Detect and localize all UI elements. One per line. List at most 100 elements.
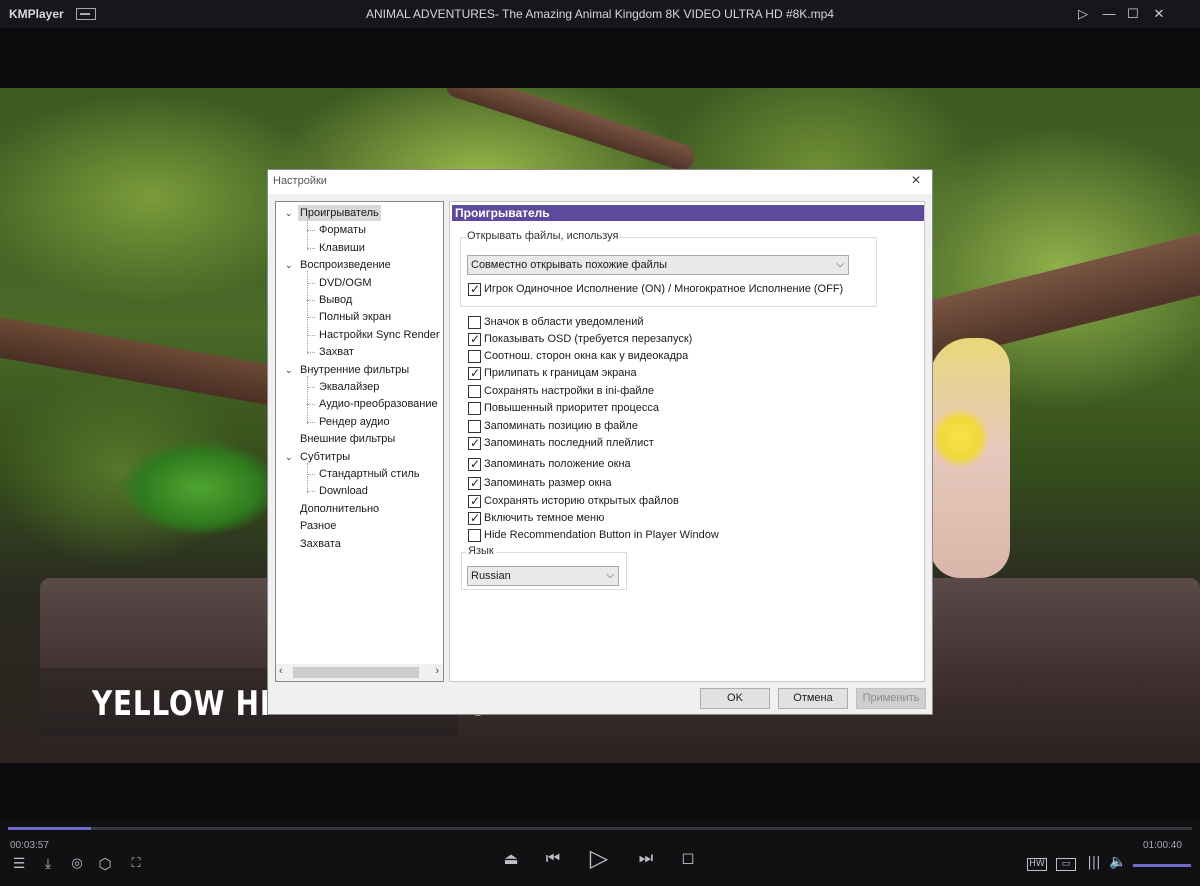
volume-level bbox=[1133, 864, 1191, 867]
scroll-thumb[interactable] bbox=[293, 667, 419, 678]
tree-item[interactable]: Проигрыватель bbox=[298, 205, 381, 221]
tree-item[interactable]: Внешние фильтры bbox=[300, 431, 395, 447]
playlist-icon[interactable]: ☰ bbox=[10, 856, 28, 872]
tree-connector bbox=[307, 352, 315, 354]
option-label: Запоминать позицию в файле bbox=[484, 420, 638, 432]
tree-item[interactable]: Захвата bbox=[300, 536, 341, 552]
tree-connector bbox=[307, 334, 315, 336]
settings-tree[interactable]: ‹ › ⌄ Проигрыватель Форматы Клавиши ⌄ Воспрои… bbox=[275, 201, 444, 682]
tree-collapse-icon[interactable]: ⌄ bbox=[285, 257, 295, 273]
checkbox-box[interactable] bbox=[468, 494, 481, 509]
tree-collapse-icon[interactable]: ⌄ bbox=[285, 449, 295, 465]
close-icon[interactable]: ✕ bbox=[1150, 5, 1168, 23]
tree-item[interactable]: Настройки Sync Render bbox=[319, 327, 440, 343]
window-title: ANIMAL ADVENTURES- The Amazing Animal Ki… bbox=[366, 7, 834, 21]
hw-accel-icon[interactable]: HW bbox=[1027, 858, 1047, 871]
tree-collapse-icon[interactable]: ⌄ bbox=[285, 205, 295, 221]
pin-icon[interactable]: ▷ bbox=[1074, 5, 1092, 23]
cancel-button[interactable]: Отмена bbox=[778, 688, 848, 709]
app-logo[interactable]: KMPlayer bbox=[9, 7, 64, 21]
scroll-right-icon[interactable]: › bbox=[435, 665, 439, 677]
previous-icon[interactable]: ⏮ bbox=[543, 848, 563, 868]
option-label: Запоминать последний плейлист bbox=[484, 437, 654, 449]
tree-item[interactable]: Вывод bbox=[319, 292, 352, 308]
tree-connector bbox=[307, 317, 315, 319]
checkbox-box[interactable] bbox=[468, 350, 481, 363]
tree-collapse-icon[interactable]: ⌄ bbox=[285, 362, 295, 378]
stop-icon[interactable]: ◻ bbox=[679, 848, 697, 867]
open-files-group-title: Открывать файлы, используя bbox=[465, 230, 621, 242]
tree-item[interactable]: DVD/OGM bbox=[319, 275, 372, 291]
option-label: Сохранять историю открытых файлов bbox=[484, 495, 679, 507]
tree-item[interactable]: Захват bbox=[319, 344, 354, 360]
option-label: Включить темное меню bbox=[484, 512, 605, 524]
branch-shape bbox=[0, 314, 311, 412]
checkbox-box[interactable] bbox=[468, 385, 481, 398]
language-group-title: Язык bbox=[466, 545, 496, 557]
subtitles-icon[interactable]: ▭ bbox=[1056, 858, 1076, 871]
eject-icon[interactable]: ⏏ bbox=[502, 849, 520, 868]
volume-icon[interactable]: 🔈 bbox=[1108, 854, 1128, 870]
option-label: Прилипать к границам экрана bbox=[484, 367, 637, 379]
checkbox-box[interactable] bbox=[468, 332, 481, 347]
volume-slider[interactable] bbox=[1133, 864, 1191, 867]
tree-connector bbox=[307, 387, 315, 388]
tree-connector bbox=[307, 230, 315, 232]
tree-item[interactable]: Полный экран bbox=[319, 309, 391, 325]
tree-item[interactable]: Дополнительно bbox=[300, 501, 379, 517]
checkbox-box[interactable] bbox=[468, 529, 481, 542]
language-select[interactable]: Russian ⌵ bbox=[467, 566, 619, 586]
checkbox-box[interactable] bbox=[468, 511, 481, 526]
minimize-icon[interactable]: — bbox=[1100, 5, 1118, 23]
checkbox-box[interactable] bbox=[468, 436, 481, 451]
dialog-title-bar[interactable]: Настройки × bbox=[268, 170, 932, 194]
tree-item[interactable]: Аудио-преобразование bbox=[319, 396, 438, 412]
tree-item[interactable]: Рендер аудио bbox=[319, 414, 390, 430]
checkbox-box[interactable] bbox=[468, 316, 481, 329]
tree-connector bbox=[307, 247, 315, 249]
tree-horizontal-scrollbar[interactable]: ‹ › bbox=[276, 664, 443, 681]
apply-button[interactable]: Применить bbox=[856, 688, 926, 709]
checkbox-box[interactable] bbox=[468, 420, 481, 433]
tree-node-icon bbox=[285, 518, 295, 534]
play-icon[interactable]: ▷ bbox=[586, 844, 612, 872]
maximize-icon[interactable]: ☐ bbox=[1124, 5, 1142, 23]
tree-node-icon bbox=[285, 431, 295, 447]
tree-connector bbox=[307, 300, 315, 301]
scroll-left-icon[interactable]: ‹ bbox=[279, 665, 283, 677]
dialog-close-icon[interactable]: × bbox=[908, 173, 924, 189]
tree-node-icon bbox=[285, 501, 295, 517]
checkbox-box[interactable] bbox=[468, 476, 481, 491]
equalizer-icon[interactable]: ||| bbox=[1084, 855, 1104, 870]
ok-button[interactable]: OK bbox=[700, 688, 770, 709]
vr-icon[interactable]: ◎ bbox=[67, 856, 87, 871]
option-label: Повышенный приоритет процесса bbox=[484, 402, 659, 414]
capture-icon[interactable]: ⛶ bbox=[126, 856, 146, 871]
next-icon[interactable]: ⏭ bbox=[636, 848, 656, 868]
option-label: Запоминать размер окна bbox=[484, 477, 612, 489]
3d-cube-icon[interactable]: ⬡ bbox=[96, 855, 114, 873]
tree-item[interactable]: Воспроизведение bbox=[300, 257, 391, 273]
seek-bar[interactable] bbox=[8, 827, 1192, 830]
option-label: Hide Recommendation Button in Player Win… bbox=[484, 529, 719, 541]
tree-item[interactable]: Стандартный стиль bbox=[319, 466, 420, 482]
control-bar: 00:03:57 01:00:40 ☰ ⤓ ◎ ⬡ ⛶ ⏏ ⏮ ▷ ⏭ ◻ HW… bbox=[0, 820, 1200, 886]
branch-shape bbox=[897, 228, 1200, 368]
language-value: Russian bbox=[471, 570, 511, 582]
tree-item[interactable]: Внутренние фильтры bbox=[300, 362, 409, 378]
tree-item[interactable]: Download bbox=[319, 483, 368, 499]
download-icon[interactable]: ⤓ bbox=[39, 856, 57, 872]
tree-item[interactable]: Разное bbox=[300, 518, 336, 534]
open-mode-select[interactable]: Совместно открывать похожие файлы ⌵ bbox=[467, 255, 849, 275]
tree-item[interactable]: Эквалайзер bbox=[319, 379, 379, 395]
mini-mode-icon[interactable] bbox=[76, 8, 96, 20]
checkbox-box[interactable] bbox=[468, 366, 481, 381]
checkbox-box[interactable] bbox=[468, 457, 481, 472]
tree-connector bbox=[307, 421, 315, 423]
checkbox-box[interactable] bbox=[468, 282, 481, 297]
tree-item[interactable]: Клавиши bbox=[319, 240, 365, 256]
panel-header: Проигрыватель bbox=[452, 205, 924, 221]
tree-connector bbox=[307, 219, 308, 250]
tree-item[interactable]: Форматы bbox=[319, 222, 366, 238]
checkbox-box[interactable] bbox=[468, 402, 481, 415]
